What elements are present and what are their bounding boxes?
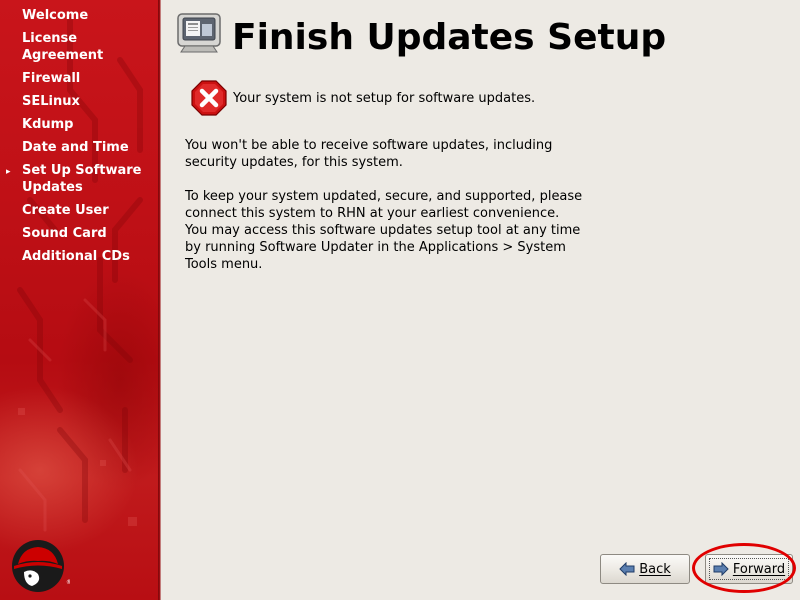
sidebar-nav: Welcome License Agreement Firewall SELinux K…: [0, 7, 158, 271]
sidebar-item[interactable]: Welcome: [0, 7, 158, 24]
status-text: Your system is not setup for software up…: [233, 90, 536, 106]
sidebar-item[interactable]: License Agreement: [0, 30, 158, 64]
sidebar: Welcome License Agreement Firewall SELinux K…: [0, 0, 158, 600]
sidebar-item-label: Kdump: [22, 117, 74, 132]
sidebar-item-label: Set Up Software Updates: [22, 163, 142, 195]
focus-ring: [709, 558, 789, 580]
sidebar-item[interactable]: Firewall: [0, 70, 158, 87]
sidebar-item-label: License Agreement: [22, 31, 104, 63]
sidebar-item-label: SELinux: [22, 94, 80, 109]
arrow-left-icon: [619, 562, 635, 576]
sidebar-item[interactable]: Additional CDs: [0, 248, 158, 265]
sidebar-item-label: Firewall: [22, 71, 81, 86]
computer-screen-icon: [177, 13, 221, 53]
sidebar-item-label: Date and Time: [22, 140, 129, 155]
sidebar-item[interactable]: Date and Time: [0, 139, 158, 156]
sidebar-divider: [158, 0, 161, 600]
instructions-paragraph: To keep your system updated, secure, and…: [185, 189, 583, 272]
sidebar-item[interactable]: ▸ Set Up Software Updates: [0, 162, 158, 196]
page-title: Finish Updates Setup: [232, 17, 667, 58]
sidebar-item-label: Additional CDs: [22, 249, 130, 264]
svg-text:®: ®: [66, 579, 70, 586]
sidebar-item[interactable]: Sound Card: [0, 225, 158, 242]
status-message: Your system is not setup for software up…: [191, 80, 535, 116]
sidebar-item-label: Sound Card: [22, 226, 107, 241]
back-button[interactable]: Back: [600, 554, 690, 584]
info-paragraph: You won't be able to receive software up…: [185, 138, 553, 170]
forward-button[interactable]: Forward: [705, 554, 793, 584]
back-button-label: Back: [639, 561, 671, 577]
current-step-arrow-icon: ▸: [6, 167, 11, 177]
error-x-icon: [191, 80, 227, 116]
sidebar-item[interactable]: SELinux: [0, 93, 158, 110]
sidebar-item[interactable]: Create User: [0, 202, 158, 219]
redhat-logo: ®: [12, 540, 70, 592]
sidebar-item-label: Welcome: [22, 8, 89, 23]
sidebar-item[interactable]: Kdump: [0, 116, 158, 133]
sidebar-item-label: Create User: [22, 203, 109, 218]
